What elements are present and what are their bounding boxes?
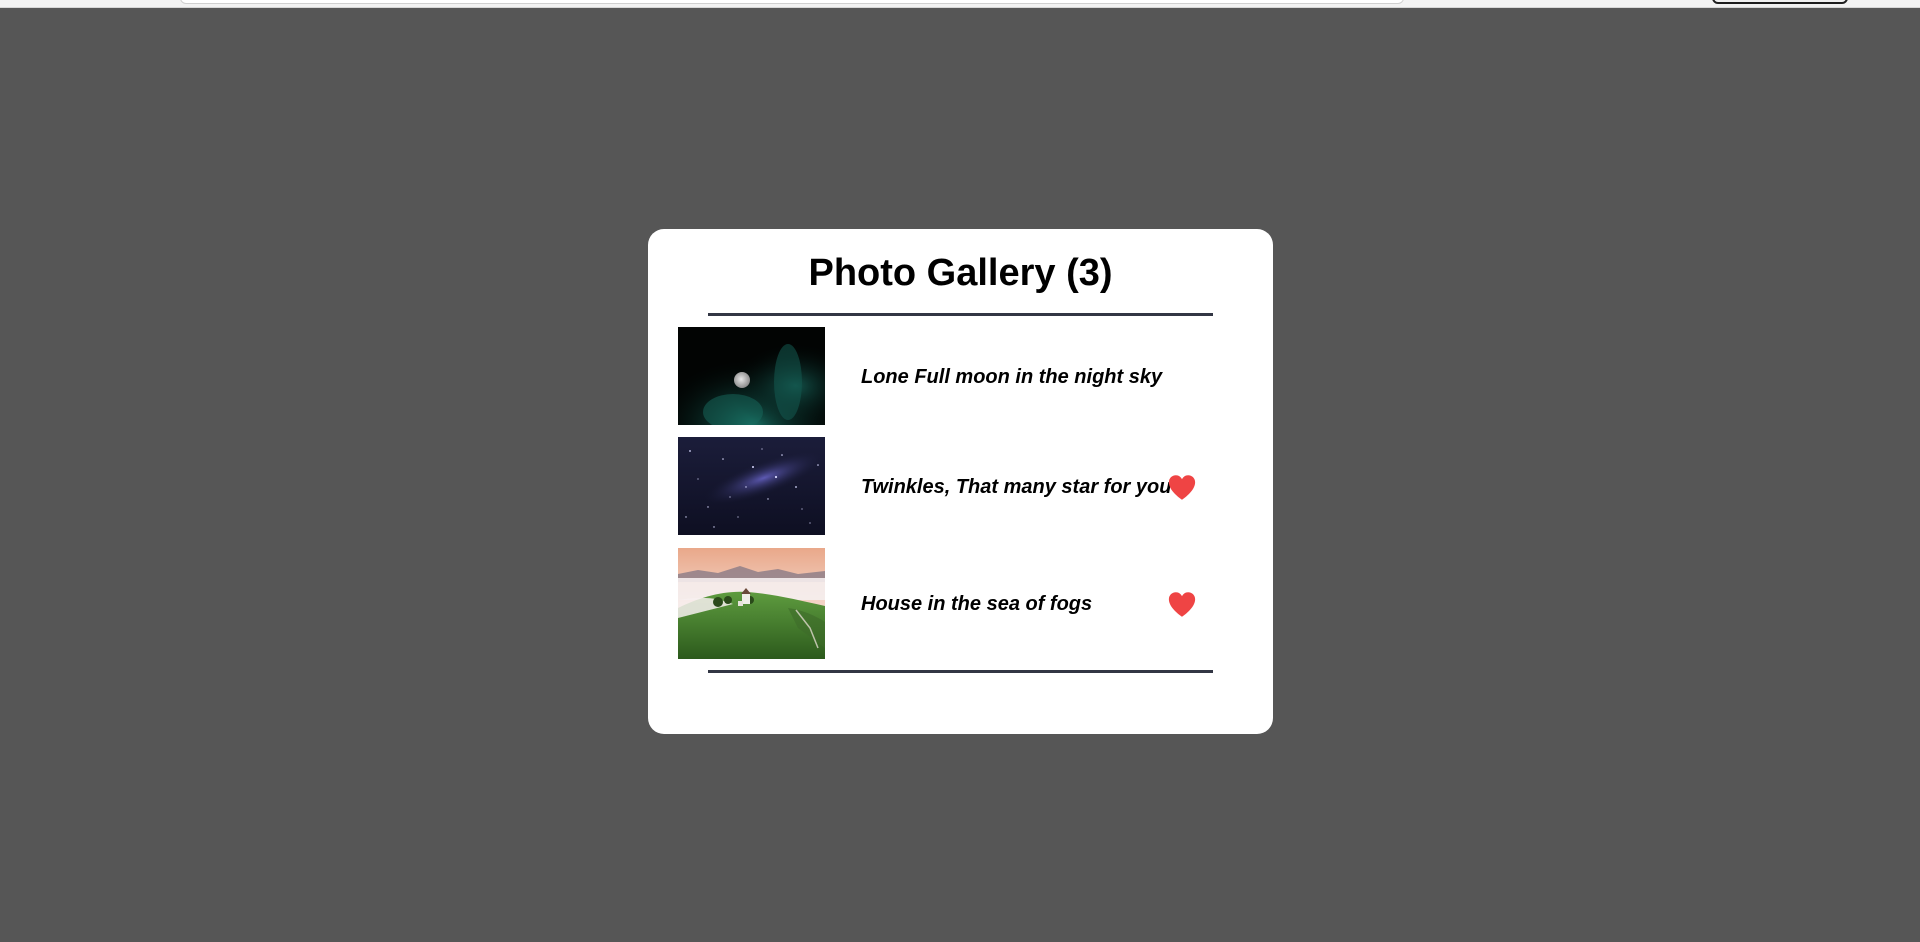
- photo-caption: Twinkles, That many star for you: [861, 476, 1172, 498]
- heart-icon[interactable]: [1167, 590, 1197, 618]
- photo-caption: Lone Full moon in the night sky: [861, 366, 1163, 388]
- photo-gallery-card: Photo Gallery (3) Lone Full moon in the …: [648, 229, 1273, 734]
- photo-thumbnail-moon[interactable]: [678, 327, 825, 425]
- top-divider: [708, 313, 1213, 316]
- photo-caption: House in the sea of fogs: [861, 593, 1093, 615]
- photo-thumbnail-stars[interactable]: [678, 437, 825, 535]
- address-bar-edge[interactable]: [180, 0, 1404, 4]
- bottom-divider: [708, 670, 1213, 673]
- gallery-item[interactable]: Twinkles, That many star for you: [678, 437, 1238, 535]
- gallery-item[interactable]: House in the sea of fogs: [678, 548, 1238, 659]
- toolbar-button-edge[interactable]: [1712, 0, 1848, 4]
- gallery-title: Photo Gallery (3): [808, 252, 1113, 294]
- heart-icon[interactable]: [1167, 473, 1197, 501]
- browser-top-strip: [0, 0, 1920, 8]
- photo-thumbnail-fog-house[interactable]: [678, 548, 825, 659]
- gallery-item[interactable]: Lone Full moon in the night sky: [678, 327, 1238, 425]
